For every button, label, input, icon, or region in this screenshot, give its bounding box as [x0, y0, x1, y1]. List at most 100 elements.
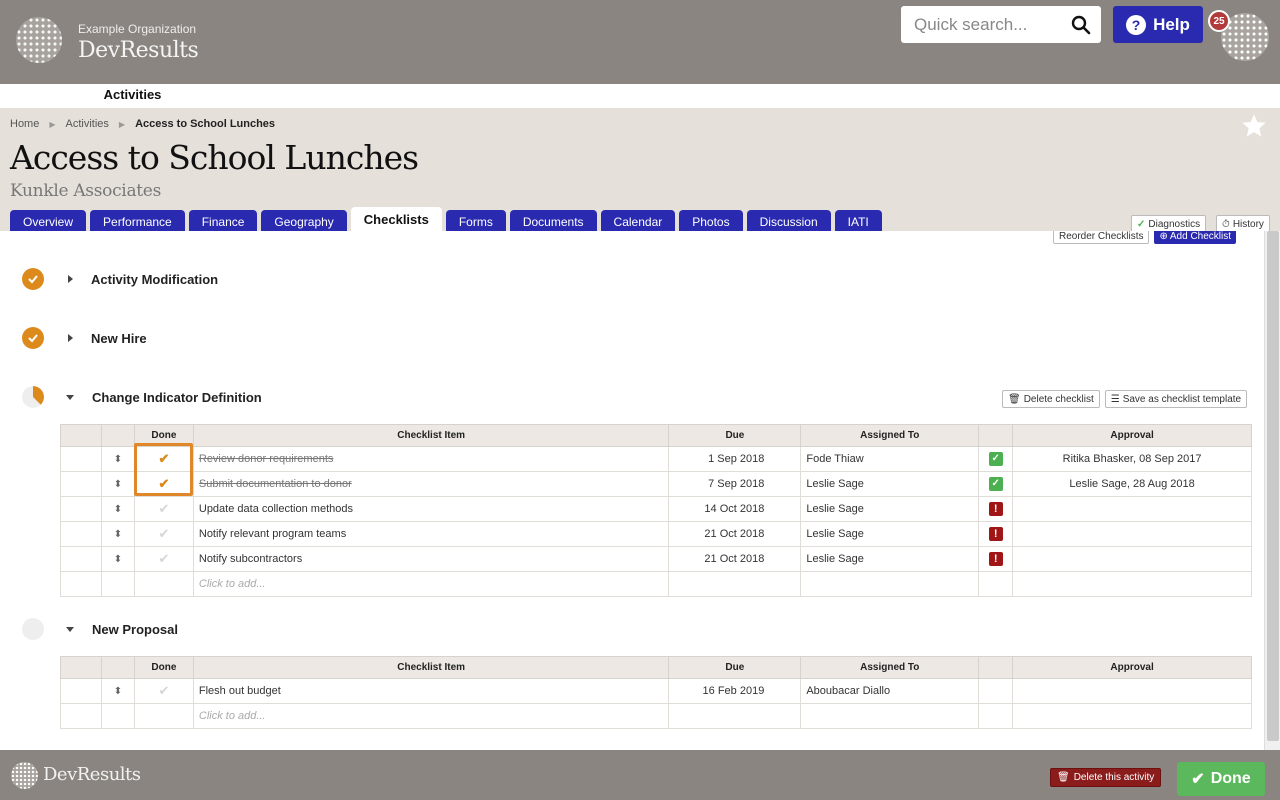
delete-checklist-button[interactable]: 🗑 Delete checklist	[1002, 390, 1100, 408]
drag-handle-icon[interactable]: ⬍	[114, 686, 122, 697]
notification-badge[interactable]: 25	[1208, 10, 1230, 32]
approved-icon[interactable]: ✓	[988, 477, 1003, 491]
checklist-empty-progress-icon	[22, 618, 44, 640]
checklist-title[interactable]: Change Indicator Definition	[92, 390, 262, 405]
tab-finance[interactable]: Finance	[188, 210, 258, 232]
assigned-to[interactable]: Fode Thiaw	[800, 446, 980, 472]
column-header	[978, 424, 1014, 447]
approval-needed-icon[interactable]: !	[988, 502, 1003, 516]
approval-needed-icon[interactable]: !	[988, 527, 1003, 541]
expand-caret-icon[interactable]	[68, 275, 73, 283]
due-date[interactable]: 16 Feb 2019	[668, 678, 802, 704]
nav-calendar[interactable]: Calendar	[235, 84, 308, 106]
due-date[interactable]: 21 Oct 2018	[668, 546, 802, 572]
due-date[interactable]: 1 Sep 2018	[668, 446, 802, 472]
not-done-checkmark-icon[interactable]: ✔	[158, 501, 169, 516]
add-item-placeholder[interactable]: Click to add...	[199, 578, 266, 590]
vertical-scrollbar[interactable]	[1264, 231, 1280, 750]
assigned-to[interactable]: Aboubacar Diallo	[800, 678, 980, 704]
check-icon: ✓	[1137, 218, 1146, 230]
nav-activities[interactable]: Activities	[93, 84, 172, 106]
reorder-checklists-button[interactable]: Reorder Checklists	[1053, 231, 1150, 244]
breadcrumb-activities[interactable]: Activities	[66, 118, 109, 130]
tab-iati[interactable]: IATI	[834, 210, 882, 232]
expand-caret-icon[interactable]	[68, 334, 73, 342]
app-name[interactable]: DevResults	[78, 38, 199, 63]
assigned-to[interactable]: Leslie Sage	[800, 546, 980, 572]
approval-needed-icon[interactable]: !	[988, 552, 1003, 566]
save-template-label: Save as checklist template	[1122, 393, 1242, 405]
approved-icon[interactable]: ✓	[988, 452, 1003, 466]
approval-text	[1012, 678, 1252, 704]
tab-calendar[interactable]: Calendar	[600, 210, 676, 232]
tab-documents[interactable]: Documents	[509, 210, 597, 232]
drag-handle-icon[interactable]: ⬍	[114, 479, 122, 490]
approval-text: Ritika Bhasker, 08 Sep 2017	[1012, 446, 1252, 472]
done-checkmark-icon[interactable]: ✔	[158, 476, 169, 491]
search-icon[interactable]	[1071, 15, 1091, 35]
not-done-checkmark-icon[interactable]: ✔	[158, 683, 169, 698]
delete-checklist-label: Delete checklist	[1023, 393, 1094, 405]
collapse-caret-icon[interactable]	[66, 394, 74, 400]
save-template-button[interactable]: ☰ Save as checklist template	[1104, 390, 1248, 408]
tab-checklists[interactable]: Checklists	[350, 207, 442, 232]
tab-photos[interactable]: Photos	[679, 210, 743, 232]
org-logo-icon[interactable]	[16, 17, 62, 63]
nav-dashboard[interactable]: Dashboard	[10, 84, 94, 106]
quick-search-input[interactable]	[901, 6, 1061, 43]
delete-activity-button[interactable]: 🗑 Delete this activity	[1050, 768, 1162, 787]
tab-overview[interactable]: Overview	[10, 210, 87, 232]
main-nav: Dashboard Activities Results Calendar Do…	[10, 84, 556, 106]
drag-handle-icon[interactable]: ⬍	[114, 529, 122, 540]
scrollbar-thumb[interactable]	[1267, 231, 1279, 741]
checklist-item-text[interactable]: Review donor requirements	[199, 453, 334, 465]
checklist-header[interactable]: Activity Modification	[22, 268, 218, 290]
tab-performance[interactable]: Performance	[90, 210, 185, 232]
checklist-title[interactable]: New Proposal	[92, 622, 178, 637]
due-date[interactable]: 7 Sep 2018	[668, 471, 802, 497]
breadcrumb-home[interactable]: Home	[10, 118, 39, 130]
drag-handle-icon[interactable]: ⬍	[114, 454, 122, 465]
drag-handle-icon[interactable]: ⬍	[114, 504, 122, 515]
footer-logo-text: DevResults	[43, 764, 141, 785]
done-checkmark-icon[interactable]: ✔	[158, 451, 169, 466]
checklist-item-text[interactable]: Submit documentation to donor	[199, 478, 352, 490]
tab-geography[interactable]: Geography	[261, 210, 347, 232]
due-date[interactable]: 21 Oct 2018	[668, 521, 802, 547]
checklist-item-text[interactable]: Notify subcontractors	[192, 546, 670, 572]
assigned-to[interactable]: Leslie Sage	[800, 496, 980, 522]
drag-handle-icon[interactable]: ⬍	[114, 554, 122, 565]
checklist-title[interactable]: Activity Modification	[91, 272, 218, 287]
checklist-item-text[interactable]: Flesh out budget	[192, 678, 670, 704]
help-button[interactable]: ? Help	[1113, 6, 1203, 43]
add-checklist-button[interactable]: ⊕ Add Checklist	[1154, 231, 1237, 244]
checklist-header[interactable]: Change Indicator Definition	[22, 386, 262, 408]
clock-icon: ⏱	[1222, 218, 1230, 230]
nav-documents[interactable]: Documents	[308, 84, 394, 106]
checklist-item-text[interactable]: Update data collection methods	[192, 496, 670, 522]
tab-forms[interactable]: Forms	[445, 210, 506, 232]
nav-results[interactable]: Results	[171, 84, 234, 106]
due-date[interactable]: 14 Oct 2018	[668, 496, 802, 522]
help-question-icon: ?	[1126, 14, 1147, 35]
done-button[interactable]: ✔ Done	[1177, 762, 1265, 796]
collapse-caret-icon[interactable]	[66, 626, 74, 632]
plus-icon: ⊕	[1159, 231, 1168, 242]
nav-photos[interactable]: Photos	[393, 84, 453, 106]
checklist-item-text[interactable]: Notify relevant program teams	[192, 521, 670, 547]
not-done-checkmark-icon[interactable]: ✔	[158, 526, 169, 541]
not-done-checkmark-icon[interactable]: ✔	[158, 551, 169, 566]
column-header-due: Due	[668, 656, 802, 679]
nav-administration[interactable]: Administration	[454, 84, 556, 106]
add-item-placeholder[interactable]: Click to add...	[199, 710, 266, 722]
quick-search	[901, 6, 1101, 43]
tab-discussion[interactable]: Discussion	[746, 210, 831, 232]
checklist-header[interactable]: New Hire	[22, 327, 147, 349]
delete-activity-label: Delete this activity	[1073, 772, 1155, 783]
checklist-header[interactable]: New Proposal	[22, 618, 178, 640]
assigned-to[interactable]: Leslie Sage	[800, 521, 980, 547]
column-header	[60, 424, 102, 447]
checklist-title[interactable]: New Hire	[91, 331, 147, 346]
assigned-to[interactable]: Leslie Sage	[800, 471, 980, 497]
favorite-star-icon[interactable]	[1240, 112, 1268, 140]
